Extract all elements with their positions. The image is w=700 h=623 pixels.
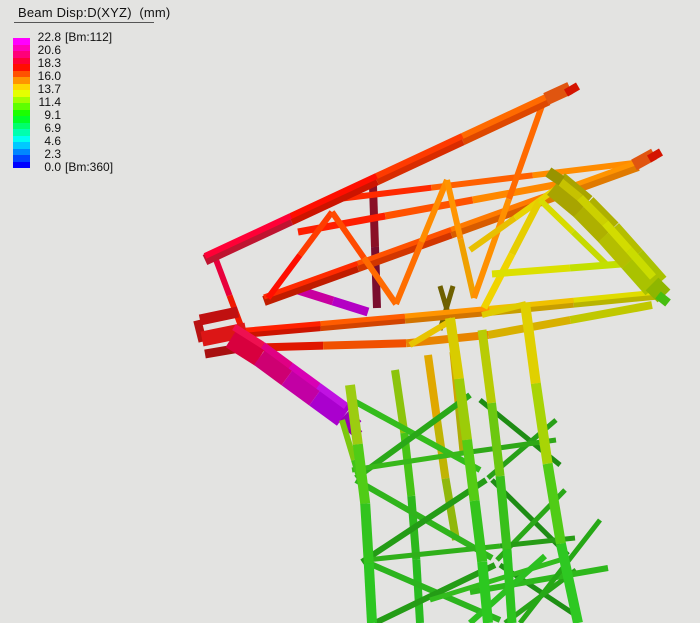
tower-leg-right xyxy=(525,303,536,383)
tower-leg-center xyxy=(482,562,488,623)
left-bracket xyxy=(200,312,238,320)
tower-leg-front-left xyxy=(369,563,372,623)
legend-underline xyxy=(14,22,154,23)
legend-colorbar xyxy=(13,38,30,168)
arm-tie-upper xyxy=(385,200,472,216)
bottom-chord-rear xyxy=(323,343,406,345)
arm-web-diagonal xyxy=(215,257,230,296)
tower-leg-center-right xyxy=(500,476,507,549)
top-chord-a xyxy=(377,136,463,176)
right-girder-feet xyxy=(658,295,668,303)
legend-tick-label: 0.0 [Bm:360] xyxy=(36,159,113,175)
tower-leg-front-left xyxy=(365,504,369,564)
tower-leg-center-right xyxy=(482,330,492,403)
tower-internal-brace xyxy=(428,355,437,417)
right-girder-start xyxy=(552,172,558,181)
legend-band xyxy=(13,162,30,169)
top-chord-a-shadow xyxy=(377,140,463,180)
tower-leg-front-left xyxy=(358,444,365,503)
tower-leg-front-left xyxy=(350,385,358,444)
tower-leg-center-right xyxy=(507,550,512,623)
back-attachment-girder xyxy=(333,301,368,312)
tower-leg-center xyxy=(475,501,483,562)
bottom-chord-rear xyxy=(570,305,652,320)
top-chord-a xyxy=(205,216,291,256)
tower-leg-right xyxy=(548,464,561,544)
top-chord-a-shadow xyxy=(205,220,291,260)
tower-leg-right xyxy=(536,383,548,463)
legend-beam-tag: [Bm:112] xyxy=(65,30,112,44)
legend-title: Beam Disp:D(XYZ) (mm) xyxy=(18,5,170,20)
tower-leg-back-left xyxy=(416,560,420,623)
legend: Beam Disp:D(XYZ) (mm) 22.8[Bm:112]20.618… xyxy=(0,0,190,200)
legend-beam-tag: [Bm:360] xyxy=(65,160,113,174)
legend-tick-value: 0.0 xyxy=(36,159,61,175)
